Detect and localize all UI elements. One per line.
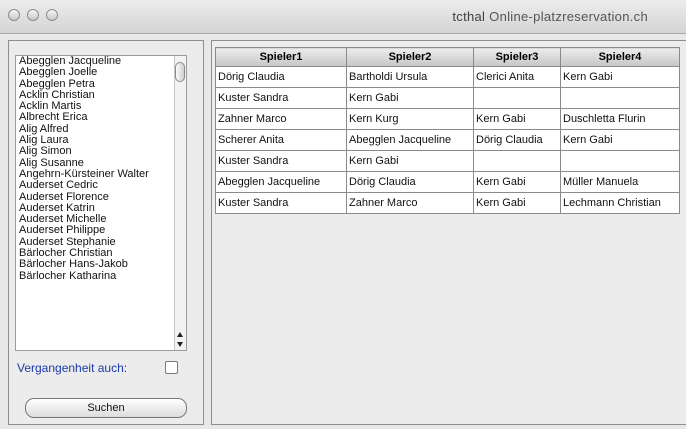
table-cell: Kuster Sandra bbox=[215, 192, 347, 214]
scroll-up-arrow-icon[interactable] bbox=[177, 332, 183, 337]
table-row[interactable]: Zahner Marco Kern Kurg Kern Gabi Duschletta… bbox=[215, 108, 680, 130]
browser-window: tcthal Online-platzreservation.ch Abeggl… bbox=[0, 0, 686, 429]
list-item[interactable]: Abegglen Jacqueline bbox=[16, 56, 186, 67]
table-row[interactable]: Abegglen Jacqueline Dörig Claudia Kern Gab… bbox=[215, 171, 680, 193]
list-item[interactable]: Albrecht Erica bbox=[16, 112, 186, 123]
scrollbar-thumb[interactable] bbox=[175, 62, 185, 82]
list-item[interactable]: Auderset Philippe bbox=[16, 225, 186, 236]
table-cell: Dörig Claudia bbox=[473, 129, 561, 151]
list-item[interactable]: Acklin Christian bbox=[16, 90, 186, 101]
close-window-icon[interactable] bbox=[8, 9, 20, 21]
table-cell: Lechmann Christian bbox=[560, 192, 680, 214]
list-item[interactable]: Angehrn-Kürsteiner Walter bbox=[16, 169, 186, 180]
list-item[interactable]: Auderset Katrin bbox=[16, 203, 186, 214]
table-cell: Scherer Anita bbox=[215, 129, 347, 151]
list-item[interactable]: Alig Susanne bbox=[16, 158, 186, 169]
list-item[interactable]: Alig Alfred bbox=[16, 124, 186, 135]
player-search-panel: Abegglen Jacqueline Abegglen Joelle Abeggl… bbox=[8, 40, 204, 425]
table-cell bbox=[560, 150, 680, 172]
minimize-window-icon[interactable] bbox=[27, 9, 39, 21]
table-cell: Müller Manuela bbox=[560, 171, 680, 193]
list-item[interactable]: Bärlocher Christian bbox=[16, 248, 186, 259]
list-item[interactable]: Abegglen Joelle bbox=[16, 67, 186, 78]
list-item[interactable]: Auderset Florence bbox=[16, 192, 186, 203]
reservations-panel: Spieler1 Spieler2 Spieler3 Spieler4 Döri… bbox=[211, 40, 686, 425]
table-row[interactable]: Scherer Anita Abegglen Jacqueline Dörig Cl… bbox=[215, 129, 680, 151]
table-cell: Kern Gabi bbox=[346, 87, 474, 109]
column-header-spieler2[interactable]: Spieler2 bbox=[346, 47, 474, 67]
table-cell: Kern Gabi bbox=[473, 192, 561, 214]
table-cell: Duschletta Flurin bbox=[560, 108, 680, 130]
list-item[interactable]: Alig Simon bbox=[16, 146, 186, 157]
table-cell: Bartholdi Ursula bbox=[346, 66, 474, 88]
player-list-scrollbar[interactable] bbox=[174, 56, 186, 350]
search-button[interactable]: Suchen bbox=[25, 398, 187, 418]
table-cell: Kern Gabi bbox=[560, 66, 680, 88]
scroll-down-arrow-icon[interactable] bbox=[177, 342, 183, 347]
list-item[interactable]: Auderset Stephanie bbox=[16, 237, 186, 248]
table-cell: Kern Gabi bbox=[560, 129, 680, 151]
player-list[interactable]: Abegglen Jacqueline Abegglen Joelle Abeggl… bbox=[15, 55, 187, 351]
window-title: tcthal Online-platzreservation.ch bbox=[452, 9, 648, 24]
table-cell: Zahner Marco bbox=[346, 192, 474, 214]
zoom-window-icon[interactable] bbox=[46, 9, 58, 21]
include-past-label: Vergangenheit auch: bbox=[17, 361, 128, 375]
table-cell bbox=[473, 87, 561, 109]
table-cell: Kuster Sandra bbox=[215, 87, 347, 109]
column-header-spieler3[interactable]: Spieler3 bbox=[473, 47, 561, 67]
table-row[interactable]: Kuster Sandra Kern Gabi bbox=[215, 87, 680, 109]
window-title-prefix: tcthal bbox=[452, 9, 486, 24]
table-cell: Zahner Marco bbox=[215, 108, 347, 130]
table-cell: Clerici Anita bbox=[473, 66, 561, 88]
table-row[interactable]: Dörig Claudia Bartholdi Ursula Clerici Ani… bbox=[215, 66, 680, 88]
list-item[interactable]: Alig Laura bbox=[16, 135, 186, 146]
column-header-spieler4[interactable]: Spieler4 bbox=[560, 47, 680, 67]
list-item[interactable]: Auderset Cedric bbox=[16, 180, 186, 191]
reservations-table: Spieler1 Spieler2 Spieler3 Spieler4 Döri… bbox=[215, 47, 680, 214]
table-cell: Abegglen Jacqueline bbox=[215, 171, 347, 193]
table-cell: Kuster Sandra bbox=[215, 150, 347, 172]
list-item[interactable]: Abegglen Petra bbox=[16, 79, 186, 90]
table-cell: Kern Gabi bbox=[473, 108, 561, 130]
table-cell: Abegglen Jacqueline bbox=[346, 129, 474, 151]
table-cell bbox=[560, 87, 680, 109]
window-title-host: Online-platzreservation.ch bbox=[489, 9, 648, 24]
list-item[interactable]: Bärlocher Katharina bbox=[16, 271, 186, 282]
table-cell bbox=[473, 150, 561, 172]
table-cell: Kern Gabi bbox=[346, 150, 474, 172]
table-cell: Kern Kurg bbox=[346, 108, 474, 130]
title-bar: tcthal Online-platzreservation.ch bbox=[0, 0, 686, 34]
table-row[interactable]: Kuster Sandra Zahner Marco Kern Gabi Lechma… bbox=[215, 192, 680, 214]
list-item[interactable]: Auderset Michelle bbox=[16, 214, 186, 225]
table-cell: Dörig Claudia bbox=[215, 66, 347, 88]
include-past-checkbox[interactable] bbox=[165, 361, 178, 374]
table-row[interactable]: Kuster Sandra Kern Gabi bbox=[215, 150, 680, 172]
table-header-row: Spieler1 Spieler2 Spieler3 Spieler4 bbox=[215, 47, 680, 67]
list-item[interactable]: Acklin Martis bbox=[16, 101, 186, 112]
column-header-spieler1[interactable]: Spieler1 bbox=[215, 47, 347, 67]
table-cell: Kern Gabi bbox=[473, 171, 561, 193]
list-item[interactable]: Bärlocher Hans-Jakob bbox=[16, 259, 186, 270]
table-cell: Dörig Claudia bbox=[346, 171, 474, 193]
